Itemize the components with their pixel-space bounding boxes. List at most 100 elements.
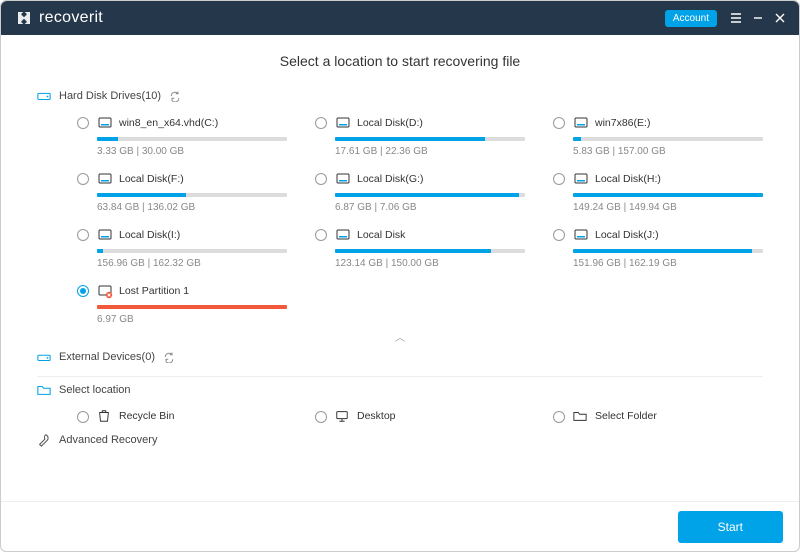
drive-label: Local Disk <box>357 229 405 241</box>
drive-size: 3.33 GB | 30.00 GB <box>97 146 287 157</box>
radio-button[interactable] <box>553 117 565 129</box>
drive-label: Lost Partition 1 <box>119 285 189 297</box>
titlebar: recoverit Account <box>1 1 799 35</box>
radio-button[interactable] <box>315 411 327 423</box>
start-button[interactable]: Start <box>678 511 783 543</box>
footer: Start <box>1 501 799 551</box>
drive-grid: win8_en_x64.vhd(C:) 3.33 GB | 30.00 GB Loc… <box>77 115 763 325</box>
drive-size: 63.84 GB | 136.02 GB <box>97 202 287 213</box>
drive-item[interactable]: Local Disk(H:) 149.24 GB | 149.94 GB <box>553 171 763 213</box>
drive-size: 123.14 GB | 150.00 GB <box>335 258 525 269</box>
location-item[interactable]: Recycle Bin <box>77 409 287 423</box>
radio-button[interactable] <box>315 117 327 129</box>
drive-size: 5.83 GB | 157.00 GB <box>573 146 763 157</box>
section-title: Advanced Recovery <box>59 434 157 446</box>
main-content: Select a location to start recovering fi… <box>1 35 799 501</box>
minimize-icon[interactable] <box>747 7 769 29</box>
drive-icon <box>97 115 113 131</box>
drive-size: 6.97 GB <box>97 314 287 325</box>
external-drive-icon <box>37 350 51 364</box>
section-select-location[interactable]: Select location <box>37 383 763 397</box>
brand-icon <box>15 9 33 27</box>
usage-bar <box>573 193 763 197</box>
desktop-icon <box>335 409 349 423</box>
section-title: External Devices(0) <box>59 351 155 363</box>
usage-bar <box>573 249 763 253</box>
drive-icon <box>97 171 113 187</box>
brand-text: recoverit <box>39 9 103 27</box>
drive-icon <box>335 171 351 187</box>
location-label: Desktop <box>357 410 396 422</box>
usage-bar <box>97 137 287 141</box>
drive-size: 6.87 GB | 7.06 GB <box>335 202 525 213</box>
drive-size: 151.96 GB | 162.19 GB <box>573 258 763 269</box>
drive-label: Local Disk(F:) <box>119 173 184 185</box>
close-icon[interactable] <box>769 7 791 29</box>
drive-item[interactable]: Local Disk(D:) 17.61 GB | 22.36 GB <box>315 115 525 157</box>
refresh-icon[interactable] <box>163 351 175 363</box>
account-button[interactable]: Account <box>665 10 717 27</box>
drive-label: Local Disk(G:) <box>357 173 424 185</box>
hdd-icon <box>37 89 51 103</box>
section-title: Select location <box>59 384 131 396</box>
section-external-devices[interactable]: External Devices(0) <box>37 350 763 364</box>
drive-item[interactable]: Local Disk(G:) 6.87 GB | 7.06 GB <box>315 171 525 213</box>
select-folder-icon <box>573 409 587 423</box>
usage-bar <box>573 137 763 141</box>
refresh-icon[interactable] <box>169 90 181 102</box>
radio-button[interactable] <box>553 173 565 185</box>
drive-icon <box>573 227 589 243</box>
radio-button[interactable] <box>77 117 89 129</box>
usage-bar <box>335 193 525 197</box>
brand-logo: recoverit <box>15 9 103 27</box>
location-label: Recycle Bin <box>119 410 174 422</box>
location-row: Recycle Bin Desktop Select Folder <box>77 409 763 423</box>
radio-button[interactable] <box>553 229 565 241</box>
radio-button[interactable] <box>77 285 89 297</box>
drive-size: 149.24 GB | 149.94 GB <box>573 202 763 213</box>
menu-icon[interactable] <box>725 7 747 29</box>
usage-bar <box>335 249 525 253</box>
drive-icon <box>335 227 351 243</box>
wrench-icon <box>37 433 51 447</box>
drive-icon <box>573 171 589 187</box>
section-hard-disk-drives[interactable]: Hard Disk Drives(10) <box>37 89 763 103</box>
drive-item[interactable]: Local Disk(F:) 63.84 GB | 136.02 GB <box>77 171 287 213</box>
usage-bar <box>97 249 287 253</box>
drive-label: Local Disk(J:) <box>595 229 659 241</box>
section-advanced-recovery[interactable]: Advanced Recovery <box>37 433 763 447</box>
drive-item[interactable]: Local Disk(J:) 151.96 GB | 162.19 GB <box>553 227 763 269</box>
location-item[interactable]: Desktop <box>315 409 525 423</box>
usage-bar <box>97 193 287 197</box>
location-item[interactable]: Select Folder <box>553 409 763 423</box>
folder-icon <box>37 383 51 397</box>
radio-button[interactable] <box>77 411 89 423</box>
radio-button[interactable] <box>315 229 327 241</box>
drive-icon <box>97 227 113 243</box>
drive-item[interactable]: Local Disk(I:) 156.96 GB | 162.32 GB <box>77 227 287 269</box>
drive-label: win7x86(E:) <box>595 117 650 129</box>
drive-item[interactable]: Lost Partition 1 6.97 GB <box>77 283 287 325</box>
radio-button[interactable] <box>77 173 89 185</box>
radio-button[interactable] <box>77 229 89 241</box>
drive-item[interactable]: win7x86(E:) 5.83 GB | 157.00 GB <box>553 115 763 157</box>
usage-bar <box>335 137 525 141</box>
radio-button[interactable] <box>553 411 565 423</box>
drive-icon <box>335 115 351 131</box>
collapse-up-icon[interactable]: ︿ <box>37 329 763 344</box>
drive-size: 156.96 GB | 162.32 GB <box>97 258 287 269</box>
drive-item[interactable]: win8_en_x64.vhd(C:) 3.33 GB | 30.00 GB <box>77 115 287 157</box>
drive-item[interactable]: Local Disk 123.14 GB | 150.00 GB <box>315 227 525 269</box>
drive-label: Local Disk(D:) <box>357 117 423 129</box>
recycle-bin-icon <box>97 409 111 423</box>
section-title: Hard Disk Drives(10) <box>59 90 161 102</box>
drive-size: 17.61 GB | 22.36 GB <box>335 146 525 157</box>
drive-label: Local Disk(H:) <box>595 173 661 185</box>
drive-label: Local Disk(I:) <box>119 229 180 241</box>
lost-partition-icon <box>97 283 113 299</box>
page-title: Select a location to start recovering fi… <box>37 53 763 69</box>
drive-label: win8_en_x64.vhd(C:) <box>119 117 218 129</box>
radio-button[interactable] <box>315 173 327 185</box>
app-window: recoverit Account Select a location to s… <box>0 0 800 552</box>
usage-bar <box>97 305 287 309</box>
